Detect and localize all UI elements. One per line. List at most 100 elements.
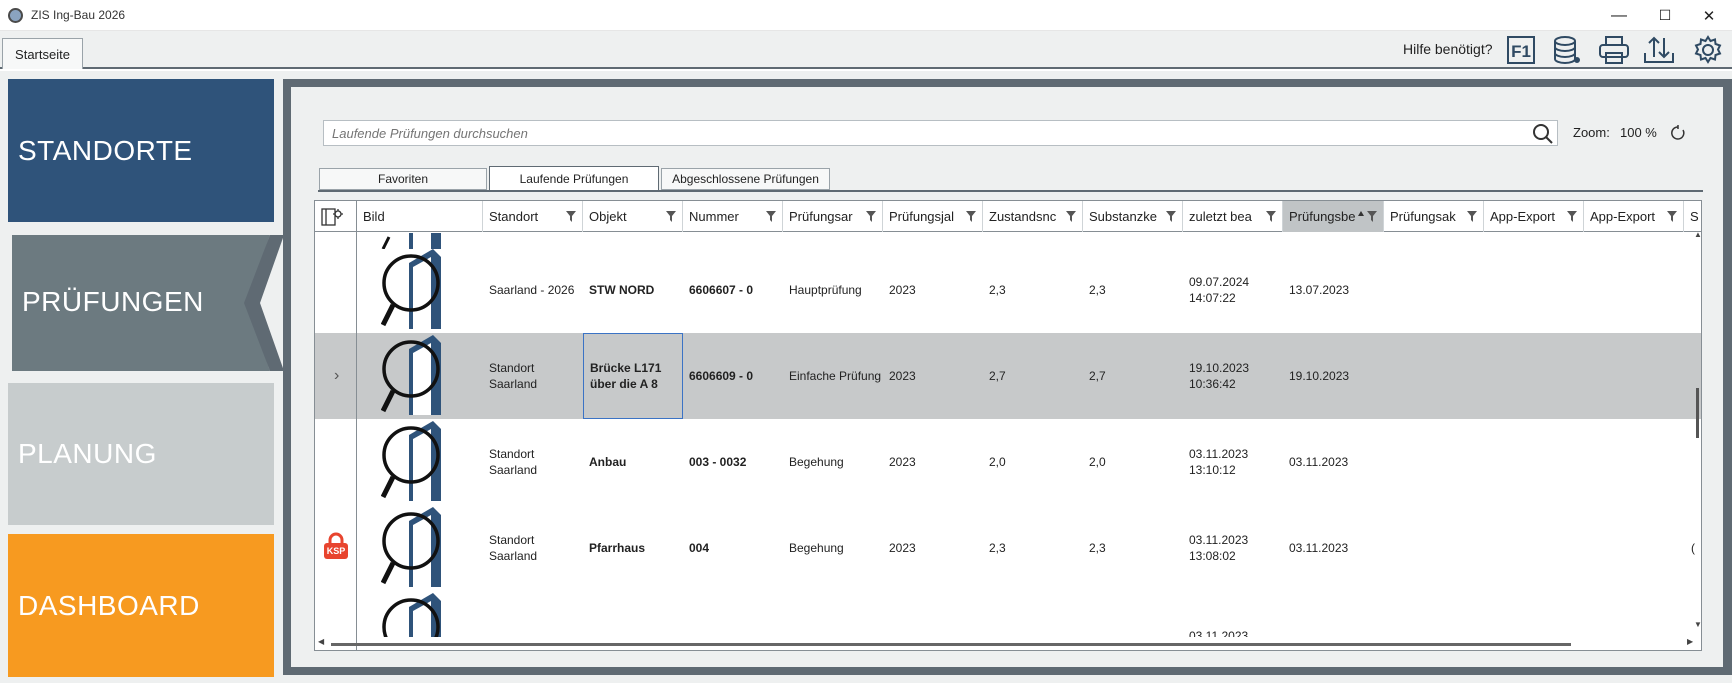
cell-substanzkennzahl: 2,0 <box>1089 455 1106 469</box>
horizontal-scrollbar[interactable]: ◀ ▶ <box>314 636 1702 651</box>
cell-standort: Saarland - 2026 <box>489 283 575 297</box>
close-button[interactable]: ✕ <box>1686 0 1732 31</box>
filter-icon[interactable] <box>1066 211 1076 222</box>
table-row-selected[interactable]: › Standort Saarland Brücke L171 über die A… <box>315 333 1701 419</box>
cell-objekt: Pfarrhaus <box>589 541 646 555</box>
header-objekt[interactable]: Objekt <box>583 201 683 232</box>
cell-substanzkennzahl: 2,7 <box>1089 369 1106 383</box>
inspections-table: Bild Standort Objekt Nummer Prüfungsar P… <box>314 200 1702 651</box>
header-substanzkennzahl[interactable]: Substanzke <box>1083 201 1183 232</box>
filter-icon[interactable] <box>966 211 976 222</box>
filter-icon[interactable] <box>1266 211 1276 222</box>
header-nummer[interactable]: Nummer <box>683 201 783 232</box>
nav-planung[interactable]: PLANUNG <box>8 383 274 525</box>
building-thumbnail-icon <box>381 421 441 501</box>
header-pruefungsjahr[interactable]: Prüfungsjal <box>883 201 983 232</box>
cell-pruefungsjahr: 2023 <box>889 455 916 469</box>
zoom-label: Zoom: <box>1573 125 1610 140</box>
tab-abgeschlossene-pruefungen[interactable]: Abgeschlossene Prüfungen <box>661 168 830 190</box>
header-standort[interactable]: Standort <box>483 201 583 232</box>
minimize-button[interactable]: — <box>1596 0 1642 31</box>
header-zustandsnote[interactable]: Zustandsnc <box>983 201 1083 232</box>
app-logo-icon <box>8 8 23 23</box>
search-input[interactable] <box>332 122 1522 144</box>
nav-standorte[interactable]: STANDORTE <box>8 79 274 222</box>
maximize-button[interactable]: ☐ <box>1642 0 1688 31</box>
window-title: ZIS Ing-Bau 2026 <box>31 8 126 22</box>
database-icon[interactable] <box>1550 33 1584 67</box>
table-row[interactable]: Standort Saarland Anbau 003 - 0032 Begehu… <box>315 419 1701 505</box>
cell-zustandsnote: 2,3 <box>989 541 1006 555</box>
column-settings-icon[interactable] <box>321 207 343 227</box>
building-thumbnail-icon <box>381 249 441 329</box>
cell-pruefungsbeginn: 13.07.2023 <box>1289 283 1350 297</box>
filter-icon[interactable] <box>1166 211 1176 222</box>
cell-standort: Standort Saarland <box>489 361 538 391</box>
column-chooser[interactable] <box>315 201 357 232</box>
cell-pruefungsjahr: 2023 <box>889 369 916 383</box>
table-row[interactable]: KSP Standort Saarland Pfarrhaus 004 Begeh… <box>315 505 1701 591</box>
tab-favoriten[interactable]: Favoriten <box>319 168 487 190</box>
tab-startseite[interactable]: Startseite <box>2 38 83 69</box>
settings-gear-icon[interactable] <box>1691 33 1725 67</box>
filter-icon[interactable] <box>866 211 876 222</box>
header-app-export-1[interactable]: App-Export <box>1484 201 1584 232</box>
scroll-up-icon[interactable]: ▲ <box>1694 230 1702 239</box>
building-thumbnail-icon <box>382 593 441 637</box>
f1-help-icon[interactable]: F1 <box>1504 33 1538 67</box>
header-pruefungsbeginn[interactable]: Prüfungsbe <box>1283 201 1384 232</box>
cell-pruefungsart: Einfache Prüfung <box>789 369 882 383</box>
nav-dashboard[interactable]: DASHBOARD <box>8 534 274 677</box>
cell-zuletzt: 09.07.2024 14:07:22 <box>1189 275 1250 305</box>
search-box[interactable] <box>323 120 1558 146</box>
zoom-value: 100 % <box>1620 125 1657 140</box>
upload-download-icon[interactable] <box>1642 33 1676 67</box>
search-icon[interactable] <box>1532 123 1554 145</box>
filter-icon[interactable] <box>1467 211 1477 222</box>
cell-pruefungsbeginn: 19.10.2023 <box>1289 369 1350 383</box>
cell-nummer: 6606607 - 0 <box>689 283 754 297</box>
header-zuletzt-bearbeitet[interactable]: zuletzt bea <box>1183 201 1283 232</box>
vertical-scrollbar[interactable]: ▲ ▼ <box>1694 230 1702 634</box>
row-expand-chevron-icon[interactable]: › <box>328 333 348 419</box>
tabs-divider <box>318 190 1703 192</box>
header-more[interactable]: S <box>1684 201 1701 232</box>
cell-objekt-focused[interactable]: Brücke L171 über die A 8 <box>583 333 683 419</box>
filter-icon[interactable] <box>1567 211 1577 222</box>
ksp-lock-badge-icon: KSP <box>324 532 348 560</box>
cell-substanzkennzahl: 2,3 <box>1089 541 1106 555</box>
printer-icon[interactable] <box>1597 33 1631 67</box>
table-header: Bild Standort Objekt Nummer Prüfungsar P… <box>315 201 1701 232</box>
table-row-partial[interactable]: 03.11.2023 <box>315 591 1701 637</box>
cell-pruefungsbeginn: 03.11.2023 <box>1289 541 1349 555</box>
table-row[interactable]: Saarland - 2026 STW NORD 6606607 - 0 Hau… <box>315 247 1701 333</box>
title-bar: ZIS Ing-Bau 2026 — ☐ ✕ <box>0 0 1732 31</box>
filter-icon[interactable] <box>1667 211 1677 222</box>
header-pruefungsart[interactable]: Prüfungsar <box>783 201 883 232</box>
cell-zuletzt: 03.11.2023 13:10:12 <box>1189 447 1249 477</box>
cell-pruefungsart: Begehung <box>789 541 844 555</box>
vertical-scroll-thumb[interactable] <box>1696 388 1699 438</box>
cell-standort: Standort Saarland <box>489 533 538 563</box>
column-divider <box>356 201 357 650</box>
header-bild[interactable]: Bild <box>357 201 483 232</box>
cell-zustandsnote: 2,3 <box>989 283 1006 297</box>
help-text[interactable]: Hilfe benötigt? <box>1403 41 1493 57</box>
header-app-export-2[interactable]: App-Export <box>1584 201 1684 232</box>
filter-icon[interactable] <box>566 211 576 222</box>
scroll-down-icon[interactable]: ▼ <box>1694 620 1702 629</box>
filter-icon[interactable] <box>1367 211 1377 222</box>
horizontal-scroll-thumb[interactable] <box>331 643 1571 646</box>
cell-substanzkennzahl: 2,3 <box>1089 283 1106 297</box>
scroll-left-icon[interactable]: ◀ <box>318 637 324 646</box>
tab-laufende-pruefungen[interactable]: Laufende Prüfungen <box>489 166 659 191</box>
scroll-right-icon[interactable]: ▶ <box>1687 637 1693 646</box>
nav-pruefungen[interactable]: PRÜFUNGEN <box>12 233 242 371</box>
cell-objekt: STW NORD <box>589 283 655 297</box>
cell-pruefungsjahr: 2023 <box>889 283 916 297</box>
reset-zoom-icon[interactable] <box>1669 124 1687 142</box>
header-pruefungsabschluss[interactable]: Prüfungsak <box>1384 201 1484 232</box>
filter-icon[interactable] <box>666 211 676 222</box>
filter-icon[interactable] <box>766 211 776 222</box>
cell-zustandsnote: 2,7 <box>989 369 1006 383</box>
